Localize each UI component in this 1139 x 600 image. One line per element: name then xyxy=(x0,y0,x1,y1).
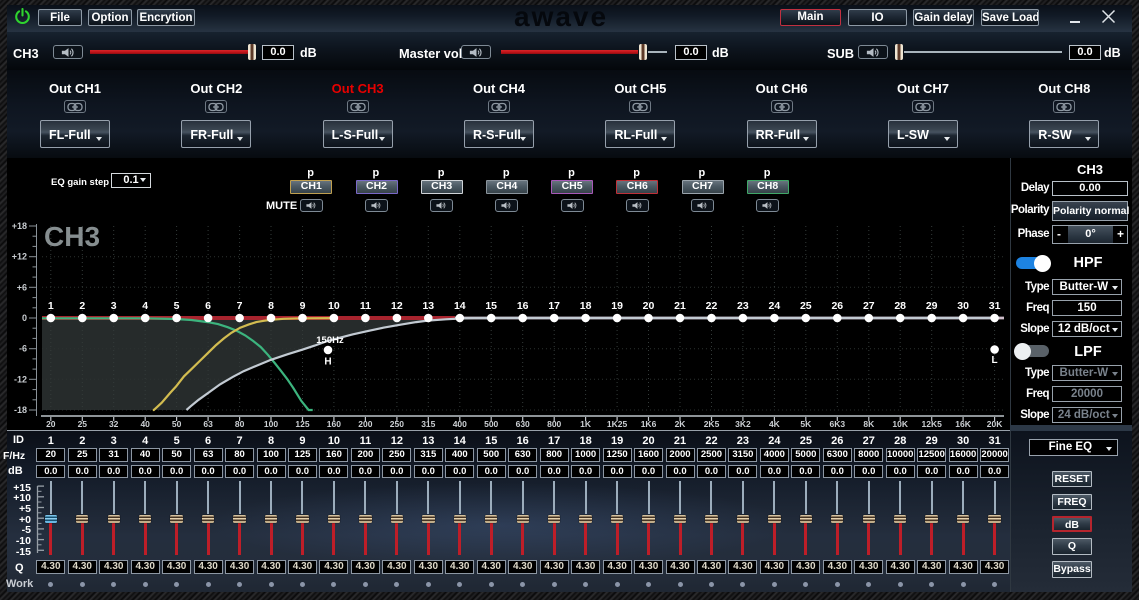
svg-text:125: 125 xyxy=(295,419,309,429)
svg-text:11: 11 xyxy=(360,300,371,312)
svg-text:80: 80 xyxy=(235,419,245,429)
svg-text:4K: 4K xyxy=(769,419,781,429)
svg-text:25: 25 xyxy=(800,300,812,312)
svg-text:8K: 8K xyxy=(863,419,875,429)
svg-text:10: 10 xyxy=(328,300,340,312)
svg-text:-12: -12 xyxy=(14,374,27,384)
svg-text:7: 7 xyxy=(237,300,243,312)
svg-text:12K5: 12K5 xyxy=(922,419,943,429)
svg-text:2: 2 xyxy=(79,300,85,312)
svg-text:+6: +6 xyxy=(17,282,27,292)
svg-text:5: 5 xyxy=(174,300,180,312)
svg-text:18: 18 xyxy=(580,300,592,312)
svg-text:32: 32 xyxy=(109,419,119,429)
svg-text:27: 27 xyxy=(863,300,875,312)
svg-text:5K: 5K xyxy=(800,419,812,429)
svg-text:20K: 20K xyxy=(987,419,1003,429)
svg-text:1K: 1K xyxy=(580,419,592,429)
svg-text:6: 6 xyxy=(205,300,211,312)
svg-text:31: 31 xyxy=(989,300,1001,312)
svg-text:29: 29 xyxy=(926,300,938,312)
svg-text:400: 400 xyxy=(453,419,467,429)
svg-text:10K: 10K xyxy=(892,419,908,429)
svg-text:-18: -18 xyxy=(14,405,27,415)
svg-text:100: 100 xyxy=(264,419,278,429)
svg-text:1K25: 1K25 xyxy=(607,419,628,429)
svg-text:CH3: CH3 xyxy=(44,221,100,252)
svg-text:500: 500 xyxy=(484,419,498,429)
svg-text:14: 14 xyxy=(454,300,466,312)
svg-text:8: 8 xyxy=(268,300,274,312)
svg-text:9: 9 xyxy=(300,300,306,312)
svg-text:4: 4 xyxy=(142,300,148,312)
svg-text:-6: -6 xyxy=(19,344,27,354)
svg-text:160: 160 xyxy=(327,419,341,429)
svg-text:21: 21 xyxy=(674,300,686,312)
svg-text:17: 17 xyxy=(548,300,560,312)
svg-text:2K5: 2K5 xyxy=(704,419,720,429)
svg-text:+12: +12 xyxy=(12,252,27,262)
svg-text:13: 13 xyxy=(422,300,434,312)
svg-text:200: 200 xyxy=(358,419,372,429)
svg-text:L: L xyxy=(992,355,998,366)
svg-text:H: H xyxy=(324,357,331,368)
svg-text:3: 3 xyxy=(111,300,117,312)
svg-text:0: 0 xyxy=(22,313,27,323)
svg-text:315: 315 xyxy=(421,419,435,429)
svg-text:23: 23 xyxy=(737,300,749,312)
svg-text:15: 15 xyxy=(485,300,497,312)
svg-text:800: 800 xyxy=(547,419,561,429)
svg-text:630: 630 xyxy=(516,419,530,429)
svg-text:20: 20 xyxy=(643,300,655,312)
svg-text:20: 20 xyxy=(46,419,56,429)
svg-text:+18: +18 xyxy=(12,221,27,231)
svg-text:22: 22 xyxy=(706,300,718,312)
svg-text:28: 28 xyxy=(894,300,906,312)
svg-text:3K2: 3K2 xyxy=(735,419,751,429)
svg-text:30: 30 xyxy=(957,300,969,312)
svg-text:150Hz: 150Hz xyxy=(316,335,344,346)
svg-text:24: 24 xyxy=(769,300,781,312)
svg-text:2K: 2K xyxy=(675,419,687,429)
svg-text:26: 26 xyxy=(831,300,843,312)
svg-text:1K6: 1K6 xyxy=(641,419,657,429)
svg-text:12: 12 xyxy=(391,300,403,312)
svg-text:40: 40 xyxy=(140,419,150,429)
svg-text:6K3: 6K3 xyxy=(830,419,846,429)
svg-text:1: 1 xyxy=(48,300,54,312)
svg-text:250: 250 xyxy=(390,419,404,429)
svg-text:25: 25 xyxy=(78,419,88,429)
svg-text:16: 16 xyxy=(517,300,529,312)
svg-text:50: 50 xyxy=(172,419,182,429)
svg-text:63: 63 xyxy=(203,419,213,429)
svg-text:16K: 16K xyxy=(955,419,971,429)
svg-text:19: 19 xyxy=(611,300,623,312)
